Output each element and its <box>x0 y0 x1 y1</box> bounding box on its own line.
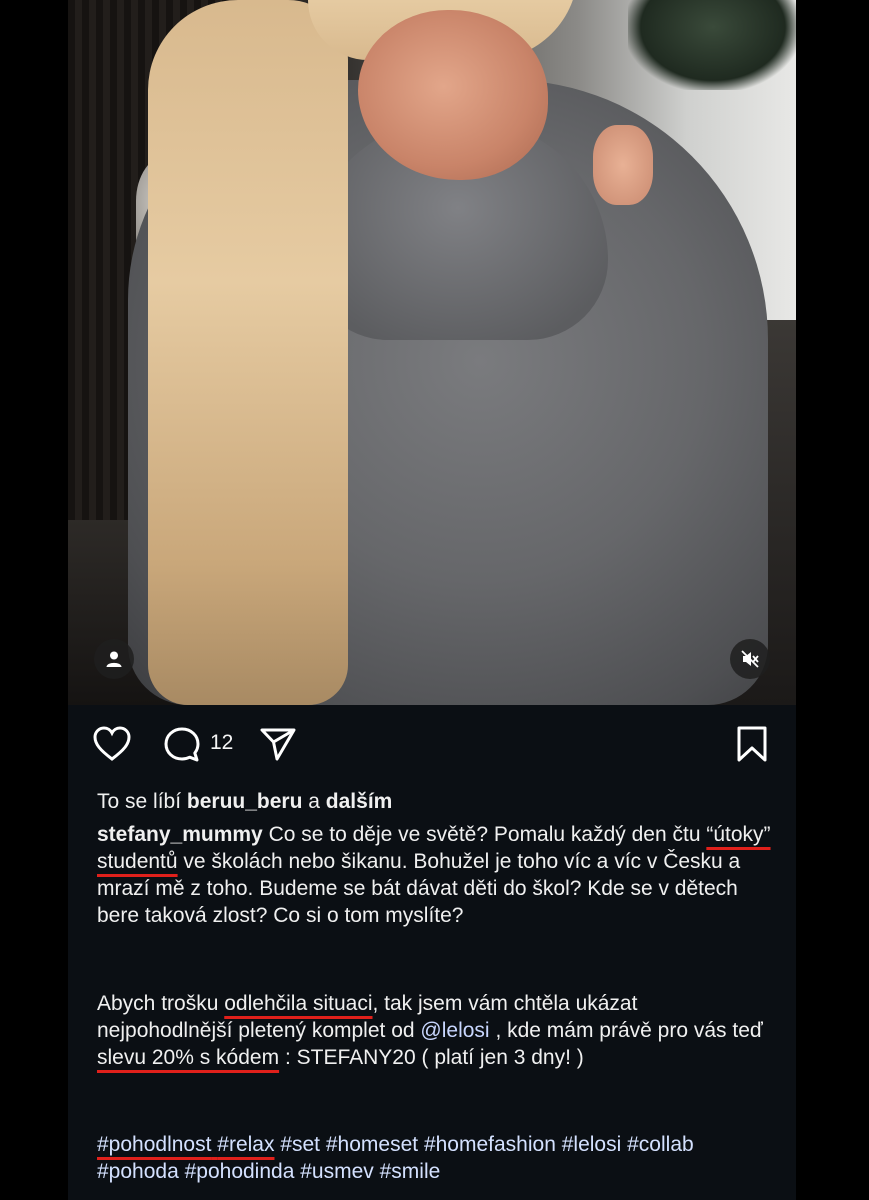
comment-count[interactable]: 12 <box>210 731 233 755</box>
likes-user-link[interactable]: beruu_beru <box>187 790 303 813</box>
hashtag-link[interactable]: #collab <box>627 1133 694 1156</box>
action-bar <box>68 705 796 785</box>
post-frame: 12 To se líbí beruu_beru a dalším stefan… <box>68 0 796 1200</box>
hashtag-link[interactable]: #lelosi <box>562 1133 622 1156</box>
bookmark-icon[interactable] <box>734 725 770 763</box>
caption-paragraph-2: Abych trošku odlehčila situaci, tak jsem… <box>97 990 777 1071</box>
hashtag-link[interactable]: #set <box>280 1133 320 1156</box>
likes-middle: a <box>308 790 320 813</box>
mute-icon <box>741 650 759 668</box>
likes-line[interactable]: To se líbí beruu_beru a dalším <box>97 788 777 815</box>
heart-icon[interactable] <box>92 725 132 763</box>
mute-button[interactable] <box>730 639 770 679</box>
author-username[interactable]: stefany_mummy <box>97 823 263 846</box>
hashtag-link[interactable]: #relax <box>217 1133 274 1156</box>
hashtag-link[interactable]: #pohoda <box>97 1160 179 1183</box>
caption: stefany_mummy Co se to děje ve světě? Po… <box>97 821 777 929</box>
photo-plant <box>628 0 796 90</box>
hashtag-link[interactable]: #pohodinda <box>185 1160 295 1183</box>
comment-icon[interactable] <box>162 725 202 765</box>
caption-text-2a: Abych trošku <box>97 992 219 1015</box>
photo-hair <box>148 0 348 705</box>
caption-highlight-discount: slevu 20% s kódem <box>97 1046 280 1069</box>
likes-prefix: To se líbí <box>97 790 182 813</box>
hashtag-link[interactable]: #homeset <box>326 1133 418 1156</box>
hashtags-underlined: #pohodlnost #relax <box>97 1133 274 1156</box>
tagged-users-button[interactable] <box>94 639 134 679</box>
hashtag-link[interactable]: #usmev <box>300 1160 374 1183</box>
caption-highlight-lighten: odlehčila situaci <box>224 992 373 1015</box>
caption-text-2d: : STEFANY20 ( platí jen 3 dny! ) <box>284 1046 584 1069</box>
likes-others-link[interactable]: dalším <box>326 790 393 813</box>
hashtag-link[interactable]: #homefashion <box>424 1133 556 1156</box>
user-icon <box>106 651 122 667</box>
hashtag-link[interactable]: #smile <box>380 1160 441 1183</box>
hashtags: #pohodlnost #relax #set #homeset #homefa… <box>97 1131 777 1185</box>
caption-text-2c: , kde mám právě pro vás teď <box>495 1019 763 1042</box>
share-icon[interactable] <box>258 725 298 763</box>
mention-link[interactable]: @lelosi <box>420 1019 489 1042</box>
photo-hand <box>593 125 653 205</box>
post-photo[interactable] <box>68 0 796 705</box>
hashtag-link[interactable]: #pohodlnost <box>97 1133 211 1156</box>
caption-text-1a: Co se to děje ve světě? Pomalu každý den… <box>268 823 701 846</box>
caption-text-1b: ve školách nebo šikanu. Bohužel je toho … <box>97 850 741 927</box>
